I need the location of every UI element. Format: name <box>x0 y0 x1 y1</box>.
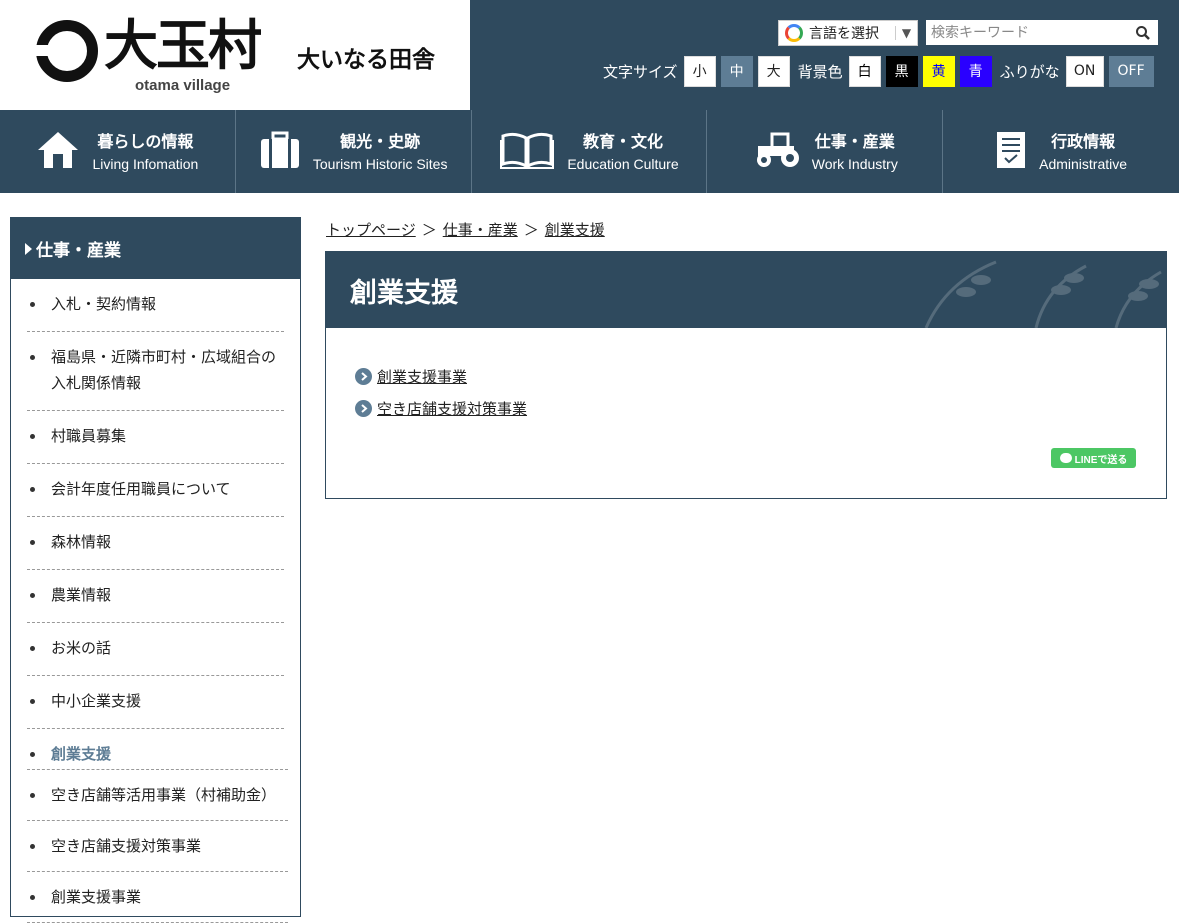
bg-white-button[interactable]: 白 <box>848 55 881 87</box>
sidebar-sub-item[interactable]: 空き店舗等活用事業（村補助金） <box>27 769 288 821</box>
nav-label-en: Tourism Historic Sites <box>312 155 448 172</box>
link-list: 創業支援事業 空き店舗支援対策事業 <box>326 328 1166 424</box>
language-select-button[interactable]: 言語を選択 ▼ <box>778 20 918 46</box>
search-icon[interactable] <box>1128 25 1158 41</box>
accessibility-controls: 文字サイズ 小 中 大 背景色 白 黒 黄 青 ふりがな ON OFF <box>603 55 1154 87</box>
sidebar-sub-item[interactable]: 創業支援事業 <box>27 872 288 923</box>
language-select-label: 言語を選択 <box>809 26 879 42</box>
main-content: 創業支援 創業支援事業 空き店舗支援対策事業 LINEで送る <box>325 251 1167 499</box>
breadcrumb-current[interactable]: 創業支援 <box>545 219 605 240</box>
tractor-icon <box>752 130 800 174</box>
line-icon <box>1059 453 1072 463</box>
furigana-on-button[interactable]: ON <box>1065 55 1104 87</box>
search-input[interactable] <box>926 20 1128 45</box>
site-logo[interactable]: 大玉村 otama village 大いなる田舎 <box>0 0 470 110</box>
bg-blue-button[interactable]: 青 <box>959 55 992 87</box>
google-icon <box>785 24 803 42</box>
sidebar-sub-list: 空き店舗等活用事業（村補助金） 空き店舗支援対策事業 創業支援事業 <box>11 769 300 923</box>
document-icon <box>995 130 1027 174</box>
nav-label-jp: 仕事・産業 <box>814 131 895 151</box>
font-size-medium-button[interactable]: 中 <box>720 55 753 87</box>
nav-label-en: Education Culture <box>567 155 679 172</box>
village-emblem-icon <box>33 20 98 82</box>
search-box <box>926 20 1158 45</box>
logo-title: 大玉村 <box>104 14 262 77</box>
global-nav: 暮らしの情報 Living Infomation 観光・史跡 Tourism H… <box>0 110 1179 193</box>
sidebar-item[interactable]: 村職員募集 <box>27 411 284 464</box>
line-share-label: LINEで送る <box>1074 454 1128 466</box>
suitcase-icon <box>259 130 301 174</box>
font-size-small-button[interactable]: 小 <box>683 55 716 87</box>
sidebar-item[interactable]: 福島県・近隣市町村・広域組合の入札関係情報 <box>27 332 284 411</box>
bg-black-button[interactable]: 黒 <box>885 55 918 87</box>
sidebar: 仕事・産業 入札・契約情報 福島県・近隣市町村・広域組合の入札関係情報 村職員募… <box>10 217 301 923</box>
nav-item-work[interactable]: 仕事・産業 Work Industry <box>707 110 944 193</box>
nav-label-en: Administrative <box>1039 155 1128 172</box>
sidebar-item[interactable]: 農業情報 <box>27 570 284 623</box>
breadcrumb-separator: ＞ <box>523 221 539 239</box>
link-vacant-store-support[interactable]: 空き店舗支援対策事業 <box>377 398 527 419</box>
nav-label-jp: 観光・史跡 <box>340 131 421 151</box>
furigana-off-button[interactable]: OFF <box>1108 55 1154 87</box>
breadcrumb-link-work[interactable]: 仕事・産業 <box>443 219 518 240</box>
nav-item-administrative[interactable]: 行政情報 Administrative <box>943 110 1179 193</box>
nav-item-education[interactable]: 教育・文化 Education Culture <box>472 110 708 193</box>
link-startup-support[interactable]: 創業支援事業 <box>377 366 467 387</box>
page-title-text: 創業支援 <box>350 277 458 309</box>
sidebar-title-label: 仕事・産業 <box>36 241 121 261</box>
sidebar-item[interactable]: 入札・契約情報 <box>27 279 284 332</box>
font-size-large-button[interactable]: 大 <box>757 55 790 87</box>
triangle-right-icon <box>25 242 32 255</box>
logo-subtitle: otama village <box>135 77 231 94</box>
nav-text-administrative: 行政情報 Administrative <box>1039 130 1127 174</box>
sidebar-item[interactable]: お米の話 <box>27 623 284 676</box>
breadcrumb-separator: ＞ <box>421 221 437 239</box>
bg-yellow-button[interactable]: 黄 <box>922 55 955 87</box>
dropdown-arrow-icon: ▼ <box>895 26 917 40</box>
breadcrumb-link-top[interactable]: トップページ <box>326 219 416 240</box>
link-item: 創業支援事業 <box>355 360 1166 392</box>
nav-text-living: 暮らしの情報 Living Infomation <box>92 130 198 174</box>
logo-tagline: 大いなる田舎 <box>297 46 435 73</box>
sidebar-item[interactable]: 会計年度任用職員について <box>27 464 284 517</box>
chevron-right-icon <box>355 367 372 385</box>
nav-item-living[interactable]: 暮らしの情報 Living Infomation <box>0 110 236 193</box>
nav-label-jp: 行政情報 <box>1051 131 1116 151</box>
nav-label-en: Living Infomation <box>92 155 199 172</box>
rice-plant-decoration-icon <box>924 260 1162 328</box>
nav-label-jp: 暮らしの情報 <box>97 131 194 151</box>
sidebar-list: 入札・契約情報 福島県・近隣市町村・広域組合の入札関係情報 村職員募集 会計年度… <box>11 279 300 769</box>
bg-color-label: 背景色 <box>797 62 843 81</box>
link-item: 空き店舗支援対策事業 <box>355 392 1166 424</box>
sidebar-item[interactable]: 中小企業支援 <box>27 676 284 729</box>
site-header: 大玉村 otama village 大いなる田舎 言語を選択 ▼ 文字サイズ 小… <box>0 0 1179 110</box>
nav-item-tourism[interactable]: 観光・史跡 Tourism Historic Sites <box>236 110 472 193</box>
breadcrumb: トップページ ＞ 仕事・産業 ＞ 創業支援 <box>326 219 605 240</box>
page-title: 創業支援 <box>326 252 1166 328</box>
sidebar-item[interactable]: 森林情報 <box>27 517 284 570</box>
nav-text-tourism: 観光・史跡 Tourism Historic Sites <box>313 130 448 174</box>
sidebar-title[interactable]: 仕事・産業 <box>11 218 300 279</box>
sidebar-sub-item[interactable]: 空き店舗支援対策事業 <box>27 821 288 872</box>
sidebar-item-active[interactable]: 創業支援 <box>27 729 284 769</box>
book-icon <box>499 130 555 174</box>
nav-label-jp: 教育・文化 <box>582 131 663 151</box>
line-share-button[interactable]: LINEで送る <box>1051 448 1136 468</box>
chevron-right-icon <box>355 399 372 417</box>
font-size-label: 文字サイズ <box>603 62 678 81</box>
furigana-label: ふりがな <box>999 62 1060 81</box>
nav-text-work: 仕事・産業 Work Industry <box>812 130 898 174</box>
house-icon <box>36 130 80 174</box>
nav-label-en: Work Industry <box>811 155 898 172</box>
nav-text-education: 教育・文化 Education Culture <box>567 130 678 174</box>
